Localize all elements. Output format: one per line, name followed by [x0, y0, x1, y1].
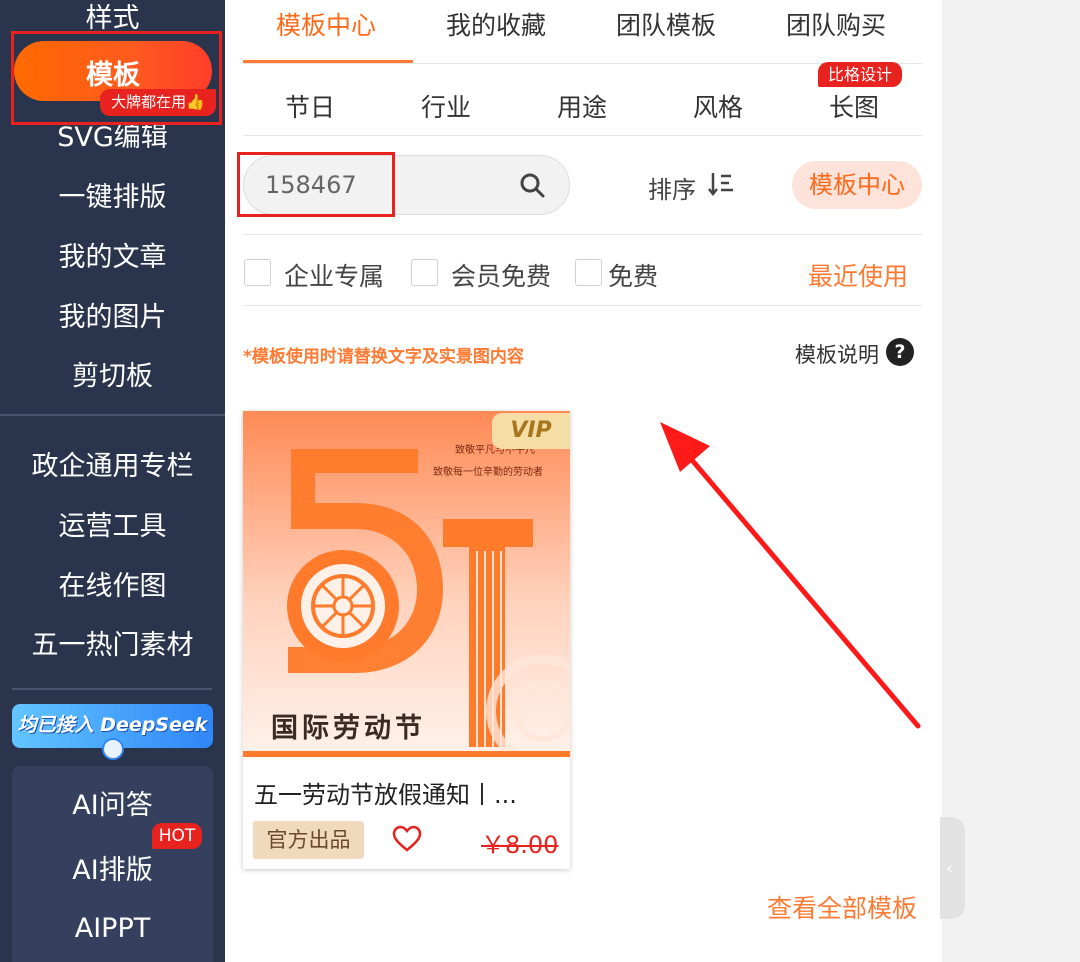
- search-divider: [243, 234, 922, 235]
- heart-icon[interactable]: [392, 825, 422, 853]
- view-all-templates-link[interactable]: 查看全部模板: [767, 889, 917, 925]
- template-center-button[interactable]: 模板中心: [792, 161, 922, 209]
- sidebar-divider: [0, 414, 225, 416]
- subtab-industry[interactable]: 行业: [421, 88, 471, 124]
- sidebar-divider: [12, 688, 212, 690]
- sidebar-item-style[interactable]: 样式: [0, 0, 225, 35]
- sidebar-item-ai-layout[interactable]: AI排版: [0, 848, 225, 887]
- checkbox-member-free[interactable]: [411, 259, 438, 286]
- official-badge: 官方出品: [253, 821, 364, 859]
- filter-free-label[interactable]: 免费: [608, 257, 658, 293]
- tab-template-center[interactable]: 模板中心: [276, 6, 376, 42]
- sidebar-item-online-draw[interactable]: 在线作图: [0, 564, 225, 603]
- annotation-arrow: [660, 422, 921, 729]
- subtab-divider: [243, 135, 922, 136]
- chevron-left-icon: ‹: [946, 858, 954, 879]
- bige-design-badge: 比格设计: [818, 62, 902, 87]
- sidebar-item-clipboard[interactable]: 剪切板: [0, 354, 225, 393]
- filter-member-free-label[interactable]: 会员免费: [451, 257, 551, 293]
- sidebar-item-aippt[interactable]: AIPPT: [0, 913, 225, 944]
- sidebar-item-my-articles[interactable]: 我的文章: [0, 235, 225, 274]
- sidebar-item-ops-tools[interactable]: 运营工具: [0, 504, 225, 543]
- highlight-box-template: [11, 31, 222, 125]
- filter-enterprise-label[interactable]: 企业专属: [284, 257, 384, 293]
- poster-title: 国际劳动节: [271, 713, 426, 744]
- filter-divider: [243, 305, 922, 306]
- tab-team-templates[interactable]: 团队模板: [616, 6, 716, 42]
- sort-button[interactable]: 排序: [648, 170, 696, 205]
- poster-text-2: 致敬每一位辛勤的劳动者: [433, 465, 543, 478]
- highlight-box-search: [237, 152, 395, 217]
- vip-badge: VIP: [492, 413, 570, 449]
- usage-notice: *模板使用时请替换文字及实景图内容: [243, 347, 524, 367]
- checkbox-enterprise[interactable]: [244, 259, 271, 286]
- subtab-usage[interactable]: 用途: [557, 88, 607, 124]
- search-icon[interactable]: [519, 172, 545, 198]
- deepseek-hand-icon: [102, 738, 124, 760]
- right-gutter: [942, 0, 1080, 962]
- sidebar-item-ai-qa[interactable]: AI问答: [0, 783, 225, 822]
- subtab-long-image[interactable]: 长图: [829, 88, 879, 124]
- sidebar-item-one-click[interactable]: 一键排版: [0, 175, 225, 214]
- checkbox-free[interactable]: [575, 259, 602, 286]
- hot-badge: HOT: [152, 823, 202, 849]
- subtab-style[interactable]: 风格: [693, 88, 743, 124]
- sidebar-item-may-day[interactable]: 五一热门素材: [0, 623, 225, 662]
- sort-icon[interactable]: [707, 170, 735, 198]
- sidebar-item-gov-column[interactable]: 政企通用专栏: [0, 444, 225, 483]
- tab-my-favorites[interactable]: 我的收藏: [446, 6, 546, 42]
- question-icon[interactable]: ?: [886, 338, 914, 366]
- template-title[interactable]: 五一劳动节放假通知丨...: [254, 775, 559, 810]
- sidebar-item-my-images[interactable]: 我的图片: [0, 295, 225, 334]
- template-price: ￥8.00: [481, 831, 559, 859]
- subtab-festival[interactable]: 节日: [285, 88, 335, 124]
- tab-team-purchase[interactable]: 团队购买: [786, 6, 886, 42]
- template-thumbnail[interactable]: 致敬平凡与不平凡 致敬每一位辛勤的劳动者 国际劳动节: [243, 411, 570, 757]
- template-explain-link[interactable]: 模板说明: [795, 339, 879, 369]
- recent-used-link[interactable]: 最近使用: [808, 257, 908, 293]
